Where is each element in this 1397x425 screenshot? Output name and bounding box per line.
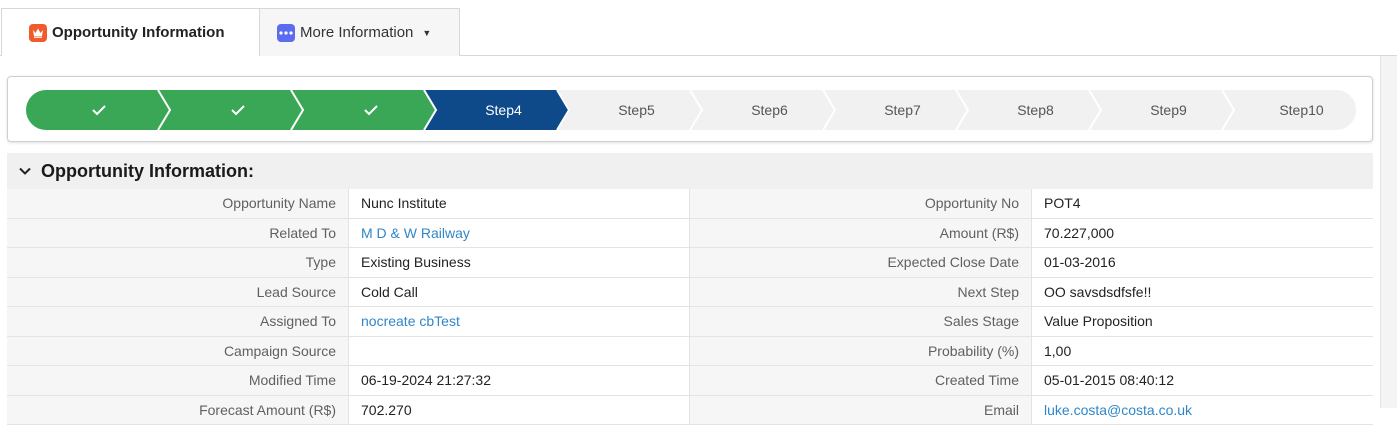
field-row: Assigned Tonocreate cbTestSales StageVal…	[7, 307, 1373, 337]
field-label: Assigned To	[7, 307, 348, 336]
tab-label: Opportunity Information	[52, 24, 224, 41]
step-5[interactable]: Step5	[558, 90, 703, 130]
field-label: Probability (%)	[690, 337, 1031, 366]
step-7[interactable]: Step7	[824, 90, 969, 130]
field-value: Existing Business	[348, 248, 690, 277]
field-value: Value Proposition	[1031, 307, 1373, 336]
field-value: 01-03-2016	[1031, 248, 1373, 277]
step-separator	[290, 90, 306, 130]
field-label: Opportunity No	[690, 189, 1031, 218]
field-grid: Opportunity NameNunc InstituteOpportunit…	[7, 189, 1373, 425]
field-value	[348, 337, 690, 366]
step-separator	[556, 90, 572, 130]
tab-bar: Opportunity Information More Information…	[0, 0, 1397, 56]
field-value: Nunc Institute	[348, 189, 690, 218]
step-4[interactable]: Step4	[425, 90, 570, 130]
field-label: Opportunity Name	[7, 189, 348, 218]
step-label: Step7	[872, 102, 921, 118]
field-row: Modified Time06-19-2024 21:27:32Created …	[7, 366, 1373, 396]
step-separator	[1221, 90, 1237, 130]
check-icon	[218, 100, 246, 121]
check-icon	[351, 100, 379, 121]
field-label: Modified Time	[7, 366, 348, 395]
field-label: Type	[7, 248, 348, 277]
step-8[interactable]: Step8	[957, 90, 1102, 130]
field-label: Expected Close Date	[690, 248, 1031, 277]
step-separator	[822, 90, 838, 130]
section-title: Opportunity Information:	[41, 161, 254, 182]
step-9[interactable]: Step9	[1090, 90, 1235, 130]
field-row: TypeExisting BusinessExpected Close Date…	[7, 248, 1373, 278]
tab-label: More Information	[300, 24, 413, 41]
field-value: OO savsdsdfsfe!!	[1031, 278, 1373, 307]
field-label: Amount (R$)	[690, 219, 1031, 248]
chevron-down-icon	[18, 164, 32, 178]
field-label: Email	[690, 396, 1031, 425]
step-label: Step9	[1138, 102, 1187, 118]
field-label: Related To	[7, 219, 348, 248]
field-value: POT4	[1031, 189, 1373, 218]
dots-icon	[277, 24, 295, 42]
field-row: Opportunity NameNunc InstituteOpportunit…	[7, 189, 1373, 219]
stepper-track: Step4 Step5 Step6 Step7 Step8 Step9 Step10	[26, 90, 1356, 130]
field-row: Campaign Source Probability (%)1,00	[7, 337, 1373, 367]
progress-stepper: Step4 Step5 Step6 Step7 Step8 Step9 Step10	[7, 76, 1373, 142]
section-header[interactable]: Opportunity Information:	[7, 153, 1373, 189]
field-label: Next Step	[690, 278, 1031, 307]
field-value-link[interactable]: M D & W Railway	[348, 219, 690, 248]
field-label: Sales Stage	[690, 307, 1031, 336]
field-row: Forecast Amount (R$)702.270Emailluke.cos…	[7, 396, 1373, 425]
caret-down-icon: ▼	[422, 28, 431, 38]
step-1[interactable]	[26, 90, 171, 130]
field-value: Cold Call	[348, 278, 690, 307]
field-label: Campaign Source	[7, 337, 348, 366]
field-value: 1,00	[1031, 337, 1373, 366]
field-value-link[interactable]: nocreate cbTest	[348, 307, 690, 336]
field-value: 702.270	[348, 396, 690, 425]
step-label: Step10	[1267, 102, 1323, 118]
step-10[interactable]: Step10	[1223, 90, 1356, 130]
step-label: Step8	[1005, 102, 1054, 118]
step-2[interactable]	[159, 90, 304, 130]
field-value: 05-01-2015 08:40:12	[1031, 366, 1373, 395]
field-value-link[interactable]: luke.costa@costa.co.uk	[1031, 396, 1373, 425]
field-label: Lead Source	[7, 278, 348, 307]
step-label: Step5	[606, 102, 655, 118]
tab-more-information[interactable]: More Information ▼	[259, 8, 460, 56]
step-separator	[1088, 90, 1104, 130]
step-separator	[955, 90, 971, 130]
step-3[interactable]	[292, 90, 437, 130]
crown-icon	[29, 24, 47, 42]
tab-opportunity-information[interactable]: Opportunity Information	[1, 8, 259, 56]
vertical-scrollbar[interactable]	[1380, 56, 1397, 408]
step-separator	[157, 90, 173, 130]
step-separator	[689, 90, 705, 130]
field-value: 06-19-2024 21:27:32	[348, 366, 690, 395]
field-label: Forecast Amount (R$)	[7, 396, 348, 425]
field-row: Lead SourceCold CallNext StepOO savsdsdf…	[7, 278, 1373, 308]
field-row: Related ToM D & W RailwayAmount (R$)70.2…	[7, 219, 1373, 249]
field-value: 70.227,000	[1031, 219, 1373, 248]
step-6[interactable]: Step6	[691, 90, 836, 130]
check-icon	[91, 100, 107, 121]
step-label: Step6	[739, 102, 788, 118]
step-label: Step4	[473, 102, 522, 118]
step-separator	[423, 90, 439, 130]
field-label: Created Time	[690, 366, 1031, 395]
